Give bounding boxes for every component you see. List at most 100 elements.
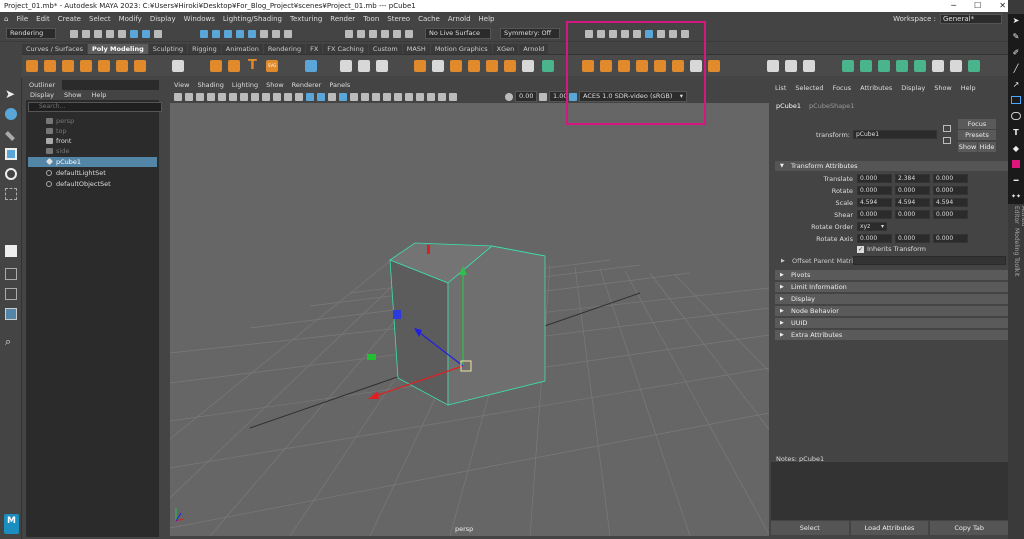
outliner-item-top[interactable]: top <box>28 126 157 136</box>
tab-arnold[interactable]: Arnold <box>519 44 549 54</box>
select-button[interactable]: Select <box>771 521 849 535</box>
pcube1-mesh[interactable] <box>389 242 546 406</box>
gate-mask-icon[interactable] <box>262 93 270 101</box>
shear-x-field[interactable]: 0.000 <box>857 210 892 219</box>
hide-button[interactable]: Hide <box>978 142 996 152</box>
extrude-icon[interactable] <box>450 60 462 72</box>
rotate-axis-x-field[interactable]: 0.000 <box>857 234 892 243</box>
spherical-mapping-icon[interactable] <box>878 60 890 72</box>
default-material-icon[interactable] <box>328 93 336 101</box>
ae-menu-help[interactable]: Help <box>961 84 976 92</box>
unfold-icon[interactable] <box>803 60 815 72</box>
translate-x-field[interactable]: 0.000 <box>857 174 892 183</box>
poly-cylinder-icon[interactable] <box>62 60 74 72</box>
camera-attributes-icon[interactable] <box>185 93 193 101</box>
text-icon[interactable]: T <box>1011 128 1021 138</box>
super-shape-icon[interactable] <box>210 60 222 72</box>
rotate-axis-y-field[interactable]: 0.000 <box>895 234 930 243</box>
snap-curve-icon[interactable] <box>357 30 365 38</box>
tab-custom[interactable]: Custom <box>368 44 402 54</box>
vp-menu-lighting[interactable]: Lighting <box>232 80 258 90</box>
arrow-icon[interactable]: ↗ <box>1011 80 1021 90</box>
mesh-grid-icon[interactable] <box>305 60 317 72</box>
sculpt-brush-icon[interactable] <box>767 60 779 72</box>
attribute-editor-side-tab[interactable]: Attribute Editor <box>1013 206 1024 226</box>
fill-hole-icon[interactable] <box>486 60 498 72</box>
select-hierarchy-icon[interactable] <box>130 30 138 38</box>
xray-icon[interactable] <box>350 93 358 101</box>
outliner-tab[interactable]: Outliner <box>26 80 62 90</box>
outliner-menu-show[interactable]: Show <box>64 90 82 100</box>
ae-menu-display[interactable]: Display <box>901 84 925 92</box>
home-icon[interactable]: ⌂ <box>4 15 8 23</box>
safe-title-icon[interactable] <box>295 93 303 101</box>
append-icon[interactable] <box>468 60 480 72</box>
mask-dynamics-icon[interactable] <box>260 30 268 38</box>
svg-tool-icon[interactable]: SVG <box>266 60 278 72</box>
bridge-icon[interactable] <box>432 60 444 72</box>
uv-editor-icon[interactable] <box>785 60 797 72</box>
line-icon[interactable]: ╱ <box>1011 64 1021 74</box>
ae-menu-list[interactable]: List <box>775 84 786 92</box>
presets-button[interactable]: Presets <box>958 130 996 140</box>
tab-motion-graphics[interactable]: Motion Graphics <box>430 44 492 54</box>
notes-textarea[interactable] <box>771 462 1008 520</box>
four-view-icon[interactable] <box>5 268 17 280</box>
uv-toolkit-icon[interactable] <box>968 60 980 72</box>
menu-toon[interactable]: Toon <box>363 15 379 23</box>
focus-button[interactable]: Focus <box>958 119 996 129</box>
section-pivots[interactable]: Pivots <box>775 270 1009 280</box>
menu-arnold[interactable]: Arnold <box>448 15 471 23</box>
xray-active-icon[interactable] <box>449 93 457 101</box>
automatic-mapping-icon[interactable] <box>896 60 908 72</box>
rotate-order-dropdown[interactable]: xyz ▾ <box>857 222 887 231</box>
persp-outliner-icon[interactable] <box>5 288 17 300</box>
tab-fx-caching[interactable]: FX Caching <box>323 44 368 54</box>
menu-select[interactable]: Select <box>89 15 111 23</box>
marker-icon[interactable]: ✐ <box>1011 48 1021 58</box>
scale-tool-icon[interactable] <box>5 188 17 200</box>
focus-input-icon[interactable] <box>943 125 951 132</box>
inherits-transform-checkbox[interactable]: ✓ <box>857 245 864 253</box>
menu-set-dropdown[interactable]: Rendering <box>6 28 56 39</box>
view-transform-icon[interactable] <box>218 93 226 101</box>
tab-mash[interactable]: MASH <box>402 44 430 54</box>
snap-grid-icon[interactable] <box>345 30 353 38</box>
section-node-behavior[interactable]: Node Behavior <box>775 306 1009 316</box>
tab-rendering[interactable]: Rendering <box>263 44 306 54</box>
mask-joints-icon[interactable] <box>212 30 220 38</box>
cut-uv-icon[interactable] <box>914 60 926 72</box>
transform-name-field[interactable]: pCube1 <box>853 130 937 139</box>
smooth-shade-icon[interactable] <box>317 93 325 101</box>
vp-menu-shading[interactable]: Shading <box>197 80 223 90</box>
show-button[interactable]: Show <box>958 142 977 152</box>
poly-cube-icon[interactable] <box>44 60 56 72</box>
image-plane-icon[interactable] <box>207 93 215 101</box>
move-tool-icon[interactable] <box>5 148 17 160</box>
shear-y-field[interactable]: 0.000 <box>895 210 930 219</box>
menu-modify[interactable]: Modify <box>119 15 142 23</box>
outliner-menu-display[interactable]: Display <box>30 90 54 100</box>
vp-menu-show[interactable]: Show <box>266 80 284 90</box>
new-scene-icon[interactable] <box>70 30 78 38</box>
multi-cut-icon[interactable] <box>542 60 554 72</box>
film-gate-icon[interactable] <box>240 93 248 101</box>
lasso-tool-icon[interactable] <box>5 108 17 120</box>
merge-icon[interactable] <box>504 60 516 72</box>
type-tool-icon[interactable]: T <box>248 59 260 72</box>
xray-joints-icon[interactable] <box>361 93 369 101</box>
tab-rigging[interactable]: Rigging <box>188 44 221 54</box>
exposure-field[interactable]: 0.00 <box>515 91 537 102</box>
smooth-icon[interactable] <box>376 60 388 72</box>
tab-pcubeshape1[interactable]: pCubeShape1 <box>809 102 854 110</box>
tab-poly-modeling[interactable]: Poly Modeling <box>88 44 148 54</box>
menu-lighting-shading[interactable]: Lighting/Shading <box>223 15 282 23</box>
layout-uv-icon[interactable] <box>950 60 962 72</box>
close-icon[interactable]: ✕ <box>999 0 1006 12</box>
outliner-item-pcube1[interactable]: pCube1 <box>28 157 157 167</box>
live-surface-field[interactable]: No Live Surface <box>425 28 491 39</box>
mask-curves-icon[interactable] <box>224 30 232 38</box>
bevel-icon[interactable] <box>414 60 426 72</box>
safe-action-icon[interactable] <box>284 93 292 101</box>
tab-curves-surfaces[interactable]: Curves / Surfaces <box>22 44 88 54</box>
